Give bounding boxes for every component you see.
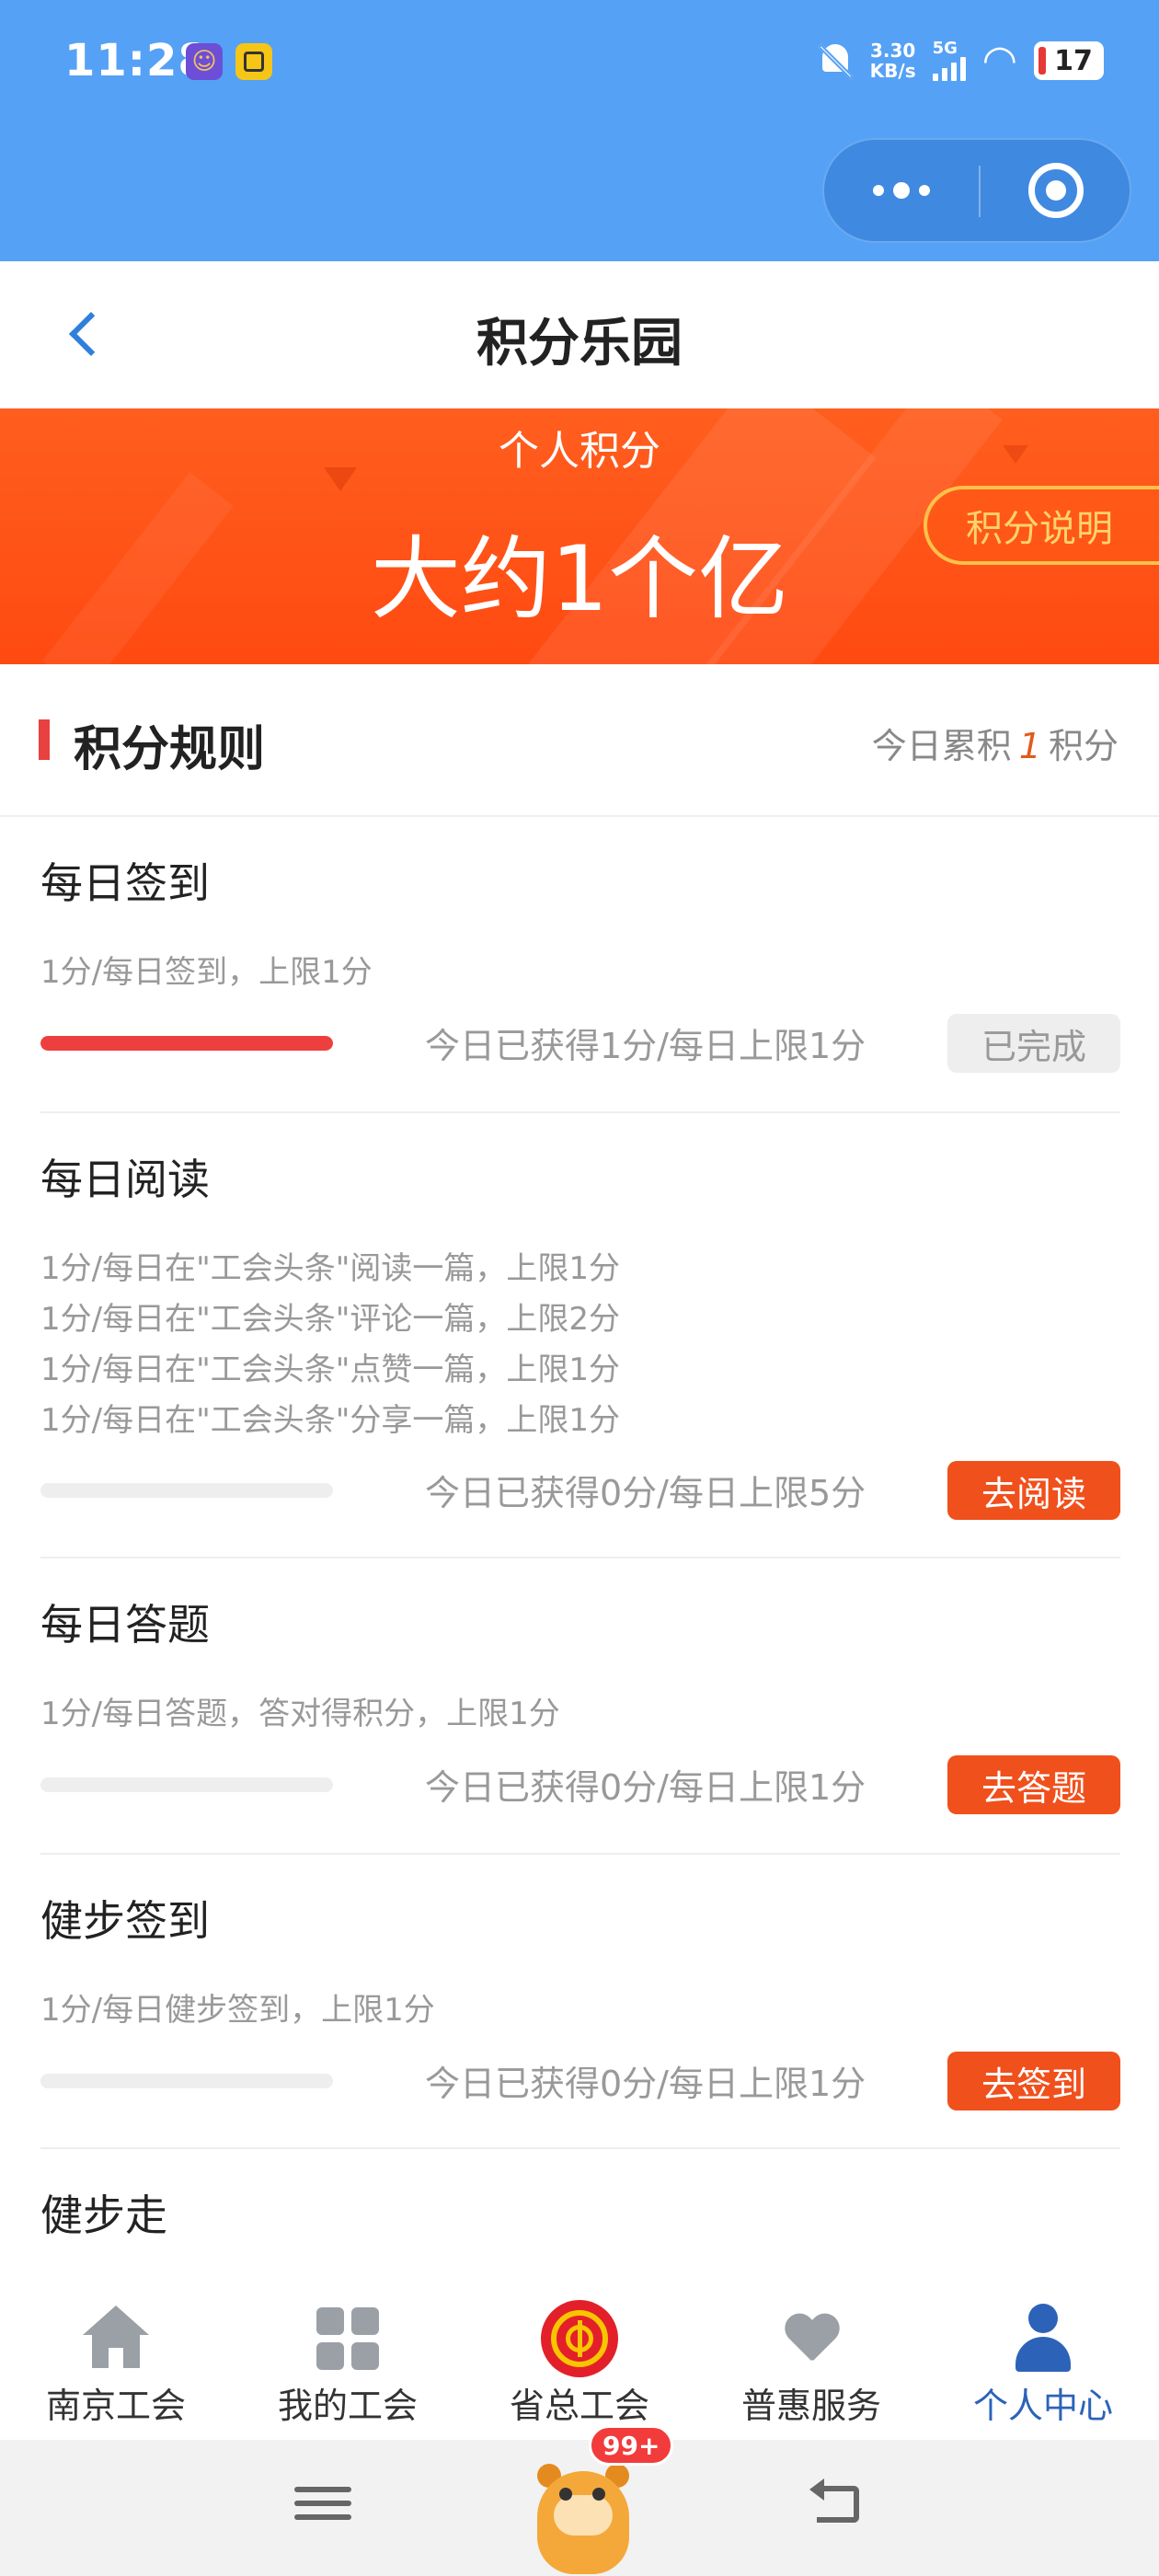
task-progress-bar (40, 1777, 333, 1792)
task-desc-line: 1分/每日在"工会头条"评论一篇，上限2分 (40, 1301, 620, 1338)
today-total-value: 1 (1018, 726, 1041, 766)
task-earned: 今日已获得0分/每日上限1分 (425, 2064, 866, 2104)
go-quiz-button[interactable]: 去答题 (947, 1755, 1120, 1814)
menu-icon[interactable] (294, 2475, 351, 2532)
app-notification-icon: ☺ (186, 43, 223, 80)
task-item-daily-reading: 每日阅读 1分/每日在"工会头条"阅读一篇，上限1分 1分/每日在"工会头条"评… (40, 1113, 1120, 1558)
tab-label: 省总工会 (509, 2386, 649, 2426)
status-header-area: 11:28 ☺ 3.30 KB/s 5G ◠ 17 (0, 0, 1159, 261)
task-item-daily-checkin: 每日签到 1分/每日签到，上限1分 今日已获得1分/每日上限1分 已完成 (40, 817, 1120, 1113)
copy-notification-icon (235, 43, 272, 80)
title-bar: 积分乐园 (0, 261, 1159, 408)
task-progress-bar (40, 1036, 333, 1051)
task-desc-line: 1分/每日在"工会头条"点赞一篇，上限1分 (40, 1351, 620, 1388)
net-speed-value: 3.30 (869, 40, 916, 62)
today-total: 今日累积 1 积分 (872, 718, 1119, 768)
network-type: 5G (932, 39, 958, 58)
task-desc-line: 1分/每日在"工会头条"阅读一篇，上限1分 (40, 1250, 620, 1287)
task-name: 每日阅读 (40, 1155, 210, 1204)
task-item-walk: 健步走 (40, 2149, 1120, 2274)
bell-off-icon (817, 40, 854, 81)
person-icon (1004, 2300, 1082, 2377)
wifi-icon: ◠ (981, 37, 1017, 84)
home-icon (77, 2300, 155, 2377)
tab-provincial-union[interactable]: 省总工会 (464, 2274, 695, 2440)
close-target-icon[interactable] (981, 140, 1131, 241)
task-desc-line: 1分/每日在"工会头条"分享一篇，上限1分 (40, 1402, 620, 1439)
task-earned: 今日已获得0分/每日上限5分 (425, 1473, 866, 1513)
points-explain-button[interactable]: 积分说明 (924, 486, 1159, 565)
task-desc: 1分/每日签到，上限1分 (40, 954, 373, 991)
points-banner: 个人积分 大约1个亿 积分说明 (0, 408, 1159, 664)
grid-icon (309, 2300, 386, 2377)
tab-label: 南京工会 (45, 2386, 186, 2426)
net-speed: 3.30 KB/s (870, 40, 916, 81)
task-desc: 1分/每日答题，答对得积分，上限1分 (40, 1696, 560, 1732)
rules-title: 积分规则 (74, 722, 266, 777)
task-item-walk-checkin: 健步签到 1分/每日健步签到，上限1分 今日已获得0分/每日上限1分 去签到 (40, 1855, 1120, 2149)
tab-label: 我的工会 (277, 2386, 418, 2426)
tab-personal-center[interactable]: 个人中心 (927, 2274, 1159, 2440)
tab-my-union[interactable]: 我的工会 (232, 2274, 464, 2440)
rules-header: 积分规则 今日累积 1 积分 (0, 664, 1159, 817)
tab-label: 个人中心 (972, 2386, 1113, 2426)
section-accent-bar (39, 719, 50, 760)
task-earned: 今日已获得0分/每日上限1分 (425, 1767, 866, 1808)
more-dots-icon[interactable] (824, 140, 979, 241)
today-total-prefix: 今日累积 (871, 726, 1012, 766)
go-checkin-button[interactable]: 去签到 (947, 2052, 1120, 2110)
task-progress-bar (40, 1483, 333, 1498)
task-item-daily-quiz: 每日答题 1分/每日答题，答对得积分，上限1分 今日已获得0分/每日上限1分 去… (40, 1558, 1120, 1853)
task-progress-bar (40, 2074, 333, 2088)
signal-icon: 5G (932, 39, 966, 81)
task-desc: 1分/每日健步签到，上限1分 (40, 1992, 435, 2029)
tab-benefit-services[interactable]: 普惠服务 (695, 2274, 927, 2440)
task-name: 健步签到 (40, 1896, 210, 1946)
task-progress-fill (40, 1036, 333, 1051)
heart-icon (773, 2300, 850, 2377)
bottom-tab-bar: 南京工会 我的工会 省总工会 普惠服务 个人中心 (0, 2274, 1159, 2440)
battery-level: 17 (1054, 44, 1093, 77)
notification-badge: 99+ (589, 2425, 674, 2466)
tab-nanjing-union[interactable]: 南京工会 (0, 2274, 232, 2440)
task-name: 每日签到 (40, 858, 210, 908)
back-icon[interactable] (809, 2477, 866, 2534)
page-title: 积分乐园 (476, 314, 683, 374)
union-emblem-icon (541, 2300, 618, 2377)
miniprogram-capsule (822, 138, 1131, 243)
task-name: 健步走 (40, 2191, 167, 2240)
go-read-button[interactable]: 去阅读 (947, 1461, 1120, 1520)
task-name: 每日答题 (40, 1600, 210, 1650)
task-done-button[interactable]: 已完成 (947, 1014, 1120, 1073)
net-speed-unit: KB/s (869, 60, 916, 82)
battery-icon: 17 (1034, 41, 1104, 80)
points-label: 个人积分 (499, 428, 660, 475)
task-earned: 今日已获得1分/每日上限1分 (425, 1026, 866, 1066)
today-total-suffix: 积分 (1048, 726, 1119, 766)
tab-label: 普惠服务 (740, 2386, 881, 2426)
status-indicators: 3.30 KB/s 5G ◠ 17 (817, 35, 1104, 86)
